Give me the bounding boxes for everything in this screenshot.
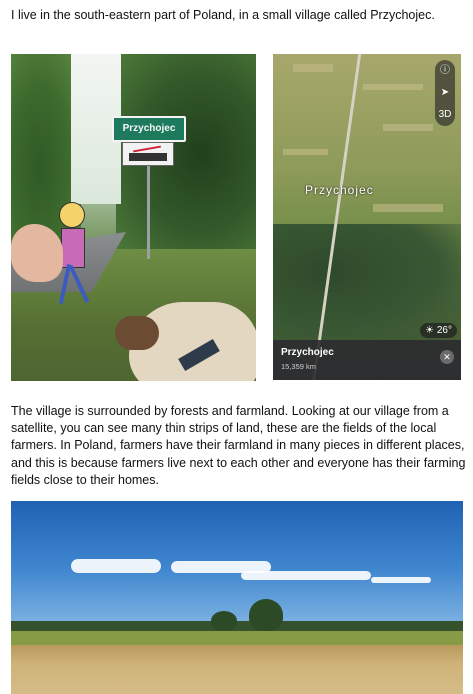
cloud [371,577,431,583]
dog-face [115,316,159,350]
field-strip [283,149,328,155]
field-strip [373,204,443,212]
wheat-field [11,645,463,694]
dog [115,302,256,381]
hand [11,224,63,282]
farmland-photo [11,501,463,694]
map-place-label: Przychojec [305,183,374,197]
village-sign: Przychojec [112,116,186,142]
figure-leg [68,265,90,303]
weather-badge: ☀ 26° [420,323,457,338]
cloud [71,559,161,573]
3d-toggle-button[interactable]: 3D [435,104,455,126]
green-field [11,631,463,645]
field-strip [293,64,333,72]
intro-text: I live in the south-eastern part of Pola… [11,8,435,22]
figure-body [61,228,85,268]
map-controls[interactable]: ⓘ ➤ 3D [435,60,455,126]
field-strip [363,84,423,90]
end-of-village-sign [122,142,174,166]
sign-stripe [133,145,161,153]
dog-collar [178,338,220,372]
satellite-map[interactable]: ⓘ ➤ 3D Przychojec ☀ 26° Przychojec 15,35… [273,54,461,380]
location-arrow-icon[interactable]: ➤ [435,82,455,104]
figure-head [59,202,85,228]
place-info-card[interactable]: Przychojec 15,359 km ✕ [273,340,461,380]
tree [211,611,237,631]
sign-skyline [129,153,167,161]
field-strip [383,124,433,131]
place-info-title: Przychojec [281,347,334,358]
village-sign-photo: Przychojec [11,54,256,381]
tree [249,599,283,631]
close-icon[interactable]: ✕ [440,350,454,364]
info-icon[interactable]: ⓘ [435,60,455,82]
description-paragraph: The village is surrounded by forests and… [11,404,466,487]
cloud [241,571,371,580]
place-info-distance: 15,359 km [281,362,317,371]
